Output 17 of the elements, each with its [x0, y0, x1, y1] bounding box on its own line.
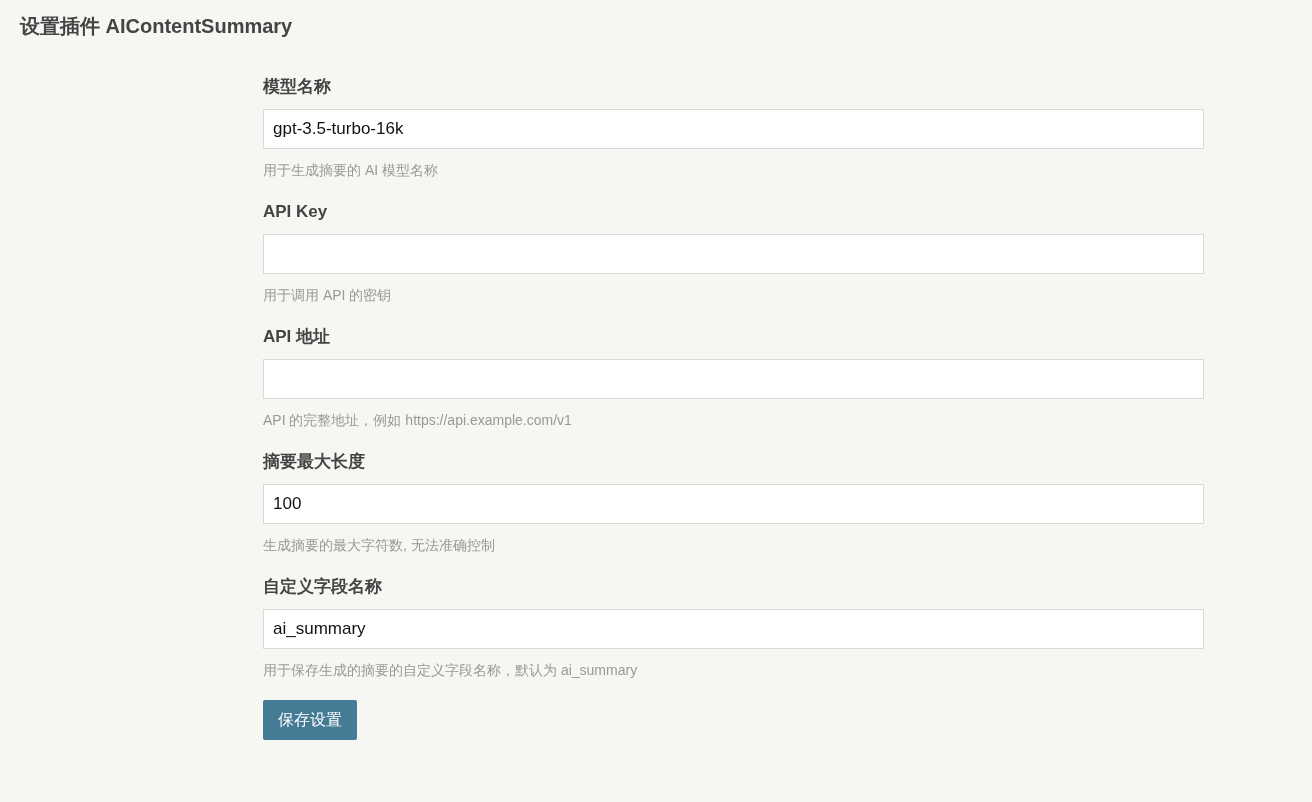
field-hint: 生成摘要的最大字符数, 无法准确控制 — [263, 536, 495, 555]
field-hint: 用于生成摘要的 AI 模型名称 — [263, 161, 438, 180]
page-title: 设置插件 AIContentSummary — [20, 14, 293, 39]
field-hint: API 的完整地址，例如 https://api.example.com/v1 — [263, 411, 572, 430]
field-hint: 用于调用 API 的密钥 — [263, 286, 392, 305]
field-label: API Key — [263, 201, 328, 223]
field-label: 模型名称 — [263, 76, 331, 98]
field-label: API 地址 — [263, 326, 331, 348]
field-label: 摘要最大长度 — [263, 451, 365, 473]
input-field[interactable] — [263, 359, 1204, 399]
input-field[interactable]: gpt-3.5-turbo-16k — [263, 109, 1204, 149]
input-field[interactable] — [263, 234, 1204, 274]
field-hint: 用于保存生成的摘要的自定义字段名称，默认为 ai_summary — [263, 661, 638, 680]
input-field[interactable]: 100 — [263, 484, 1204, 524]
field-label: 自定义字段名称 — [263, 576, 382, 598]
save-button[interactable]: 保存设置 — [263, 700, 357, 740]
input-field[interactable]: ai_summary — [263, 609, 1204, 649]
